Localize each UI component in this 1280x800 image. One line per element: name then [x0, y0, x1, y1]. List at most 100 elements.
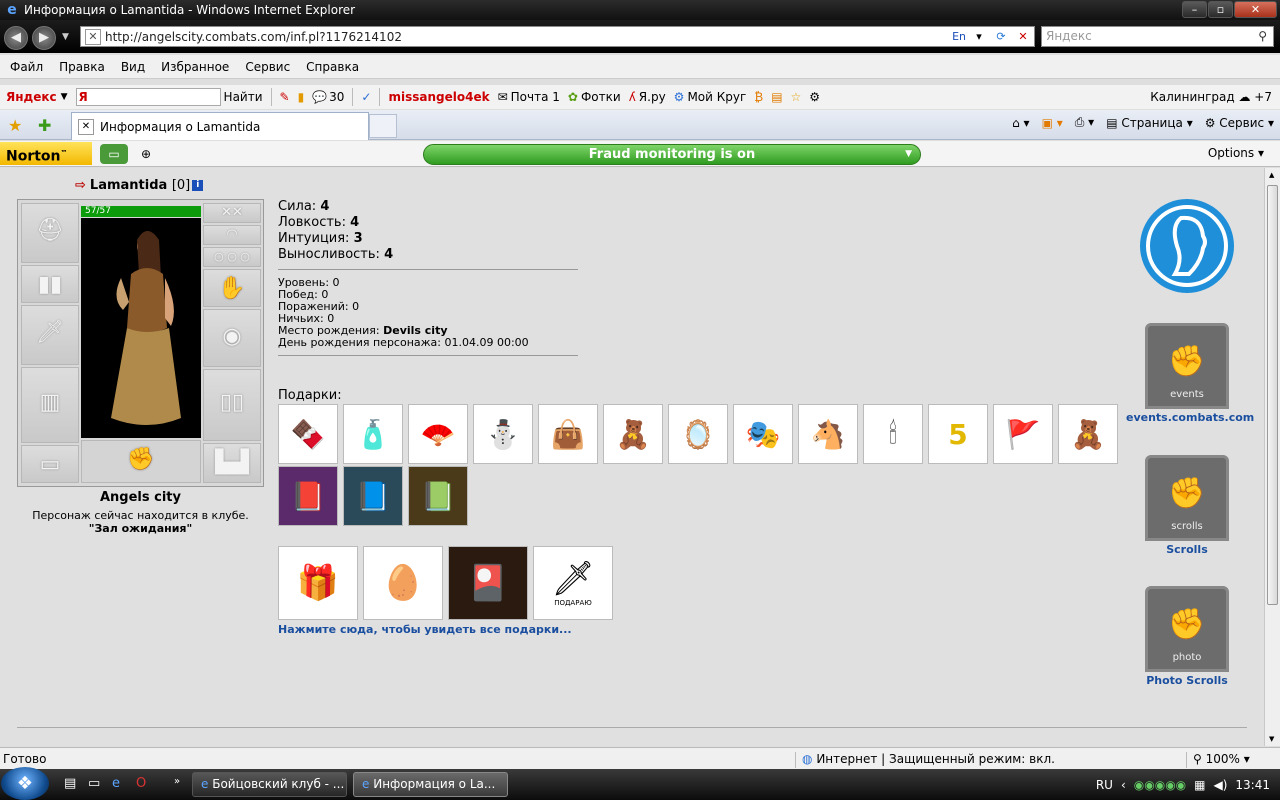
monitor-icon[interactable]: ▭: [100, 144, 128, 164]
gift-item[interactable]: 🧸: [1058, 404, 1118, 464]
new-tab-button[interactable]: [369, 114, 397, 138]
scroll-thumb[interactable]: [1267, 185, 1278, 605]
gift-item[interactable]: 🚩: [993, 404, 1053, 464]
spellcheck-icon[interactable]: ✓: [361, 90, 371, 104]
norton-logo[interactable]: Norton™: [0, 142, 92, 165]
weapon-slot[interactable]: 🗡: [21, 305, 79, 365]
gloves-slot[interactable]: ✋: [203, 269, 261, 307]
photos-link[interactable]: Фотки: [581, 90, 621, 104]
gift-item[interactable]: 🪭: [408, 404, 468, 464]
fraud-monitoring-button[interactable]: Fraud monitoring is on ▼: [423, 144, 921, 165]
quicklaunch-overflow-icon[interactable]: »: [174, 776, 180, 787]
maximize-button[interactable]: ▫: [1208, 1, 1233, 18]
start-button[interactable]: ❖: [1, 767, 49, 800]
weather-city[interactable]: Калининград ☁ +7: [1150, 90, 1272, 104]
pen-icon[interactable]: ✎: [280, 90, 290, 104]
leggings-slot[interactable]: ▯▯: [203, 369, 261, 441]
language-indicator[interactable]: RU: [1096, 778, 1113, 792]
gift-item[interactable]: 5: [928, 404, 988, 464]
messages-count[interactable]: 30: [329, 90, 344, 104]
info-icon[interactable]: i: [192, 180, 204, 191]
taskbar-button-active[interactable]: e Информация о La...: [353, 772, 508, 797]
gift-item[interactable]: ⛄: [473, 404, 533, 464]
large-gift-item[interactable]: 🎁: [278, 546, 358, 620]
security-zone[interactable]: ◍ Интернет | Защищенный режим: вкл.: [795, 752, 1055, 768]
gift-item[interactable]: 📗: [408, 466, 468, 526]
home-icon[interactable]: ⌂ ▾: [1012, 116, 1029, 130]
vertical-scrollbar[interactable]: ▲ ▼: [1264, 168, 1280, 746]
dropdown-icon[interactable]: ▾: [970, 30, 988, 43]
menu-file[interactable]: Файл: [10, 60, 43, 74]
star-icon[interactable]: ☆: [791, 90, 802, 104]
yaru-link[interactable]: Я.ру: [639, 90, 666, 104]
earrings-slot[interactable]: ✕✕: [203, 203, 261, 223]
gift-item[interactable]: 🐴: [798, 404, 858, 464]
menu-favorites[interactable]: Избранное: [161, 60, 229, 74]
menu-view[interactable]: Вид: [121, 60, 145, 74]
favorites-star-icon[interactable]: ★: [8, 116, 22, 135]
armor-slot[interactable]: ▥: [21, 367, 79, 443]
shield-slot[interactable]: ◉: [203, 309, 261, 367]
taskbar-button[interactable]: e Бойцовский клуб - ...: [192, 772, 347, 797]
mykrug-link[interactable]: Мой Круг: [687, 90, 746, 104]
bracers-slot[interactable]: ▮▮: [21, 265, 79, 303]
gift-item[interactable]: 🕯: [863, 404, 923, 464]
amulet-slot[interactable]: ◠: [203, 225, 261, 245]
close-button[interactable]: ✕: [1234, 1, 1277, 18]
large-gift-item[interactable]: 🎴: [448, 546, 528, 620]
gift-item[interactable]: 📕: [278, 466, 338, 526]
menu-tools[interactable]: Сервис: [245, 60, 290, 74]
yandex-logo[interactable]: Яндекс: [6, 90, 57, 104]
rings-slot[interactable]: ○ ○ ○: [203, 247, 261, 267]
address-bar[interactable]: ✕ http://angelscity.combats.com/inf.pl?1…: [80, 26, 1035, 47]
globe-icon[interactable]: ⊕: [132, 144, 160, 164]
gift-item[interactable]: 🧴: [343, 404, 403, 464]
stop-icon[interactable]: ✕: [1014, 30, 1032, 43]
mykrug-icon[interactable]: ⚙: [674, 90, 685, 104]
back-button[interactable]: ◀: [4, 26, 28, 50]
opera-quicklaunch-icon[interactable]: O: [136, 776, 146, 791]
chat-icon[interactable]: 💬: [312, 90, 327, 104]
scroll-up-icon[interactable]: ▲: [1269, 171, 1274, 179]
menu-edit[interactable]: Правка: [59, 60, 105, 74]
yandex-find-button[interactable]: Найти: [224, 90, 263, 104]
feeds-icon[interactable]: ▣ ▾: [1042, 116, 1063, 130]
events-banner[interactable]: ✊ events events.combats.com: [1126, 323, 1254, 424]
tray-expand-icon[interactable]: ‹: [1121, 778, 1126, 792]
history-dropdown-icon[interactable]: ▼: [62, 32, 69, 42]
settings-gear-icon[interactable]: ⚙: [809, 90, 820, 104]
print-icon[interactable]: ⎙ ▾: [1075, 115, 1094, 130]
network-icon[interactable]: ▦: [1194, 778, 1205, 792]
gift-item[interactable]: 📘: [343, 466, 403, 526]
gift-item[interactable]: 🪞: [668, 404, 728, 464]
tray-icons[interactable]: ◉◉◉◉◉: [1134, 778, 1186, 792]
bars-icon[interactable]: ▮: [298, 90, 305, 104]
show-desktop-icon[interactable]: ▤: [64, 776, 76, 791]
large-gift-item[interactable]: 🗡 ПОДАРАЮ: [533, 546, 613, 620]
scroll-down-icon[interactable]: ▼: [1269, 735, 1274, 743]
mail-icon[interactable]: ✉: [498, 90, 508, 104]
events-link[interactable]: events.combats.com: [1126, 411, 1254, 424]
helmet-slot[interactable]: ⛑: [21, 203, 79, 263]
photo-scrolls-link[interactable]: Photo Scrolls: [1126, 674, 1248, 687]
tab-active[interactable]: ✕ Информация о Lamantida: [71, 112, 369, 140]
folder-icon[interactable]: ▤: [771, 90, 782, 104]
scrolls-link[interactable]: Scrolls: [1126, 543, 1248, 556]
minimize-button[interactable]: –: [1182, 1, 1207, 18]
volume-icon[interactable]: ◀): [1213, 778, 1227, 792]
refresh-icon[interactable]: ⟳: [992, 30, 1010, 43]
private-message-arrow-icon[interactable]: ⇨: [75, 178, 86, 193]
norton-options-button[interactable]: Options ▾: [1208, 146, 1264, 160]
gift-item[interactable]: 🎭: [733, 404, 793, 464]
yaru-icon[interactable]: ʎ: [629, 90, 636, 104]
scrolls-banner[interactable]: ✊ scrolls Scrolls: [1126, 455, 1248, 556]
large-gift-item[interactable]: 🥚: [363, 546, 443, 620]
mail-link[interactable]: Почта 1: [511, 90, 560, 104]
menu-help[interactable]: Справка: [306, 60, 359, 74]
search-input[interactable]: Яндекс ⚲: [1041, 26, 1274, 47]
chevron-down-icon[interactable]: ▼: [61, 92, 68, 102]
zoom-control[interactable]: ⚲ 100% ▾: [1186, 752, 1250, 768]
gift-item[interactable]: 🍫: [278, 404, 338, 464]
belt-slot[interactable]: ▭: [21, 445, 79, 483]
search-icon[interactable]: ⚲: [1258, 27, 1267, 46]
